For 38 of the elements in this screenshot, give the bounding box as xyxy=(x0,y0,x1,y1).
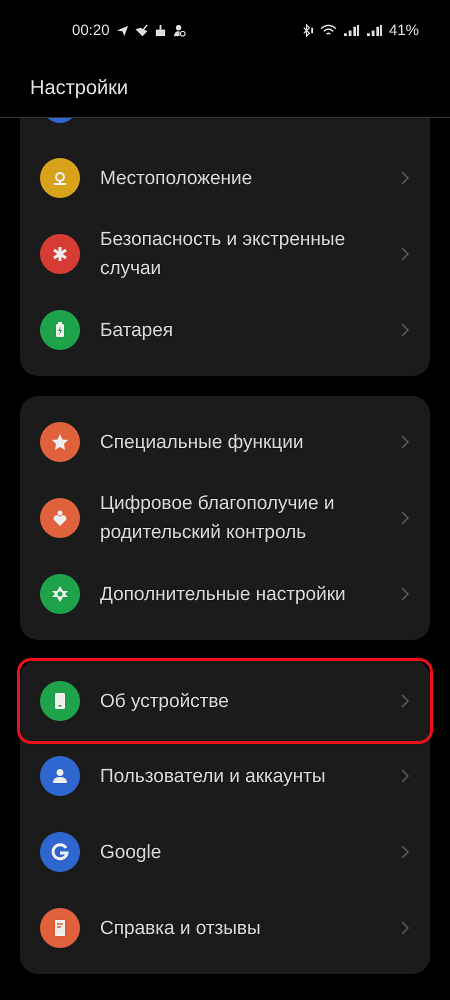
battery-percent: 41% xyxy=(388,22,419,38)
bluetooth-icon xyxy=(300,24,314,36)
chevron-icon xyxy=(400,246,410,262)
chevron-icon xyxy=(400,322,410,338)
chevron-icon xyxy=(400,768,410,784)
settings-item[interactable]: Google xyxy=(17,814,433,890)
settings-item[interactable]: Справка и отзывы xyxy=(17,890,433,966)
item-label: Специальные функции xyxy=(100,430,304,454)
item-label: Об устройстве xyxy=(100,690,230,714)
chevron-icon xyxy=(400,170,410,186)
settings-item[interactable]: Об устройстве xyxy=(17,658,433,744)
settings-item[interactable]: Безопасность и экстренные случаи xyxy=(17,216,433,292)
settings-item[interactable]: Батарея xyxy=(17,292,433,368)
signal-icon xyxy=(366,24,383,36)
settings-item[interactable]: Дополнительные настройки xyxy=(17,556,433,632)
settings-item[interactable]: Специальные функции xyxy=(17,404,433,480)
item-label: Google xyxy=(100,840,162,864)
settings-item[interactable]: Цифровое благополучие и родительский контроль xyxy=(17,480,433,556)
item-label: Пользователи и аккаунты xyxy=(100,764,326,788)
item-label: Справка и отзывы xyxy=(100,916,262,940)
item-label: Цифровое благополучие и родительский контроль xyxy=(100,492,336,545)
wifi-icon xyxy=(320,24,337,36)
chevron-icon xyxy=(400,920,410,936)
signal-icon xyxy=(342,24,360,36)
item-label: Дополнительные настройки xyxy=(100,582,347,606)
item-label: Батарея xyxy=(100,318,174,342)
settings-item[interactable]: Местоположение xyxy=(17,140,433,216)
chevron-icon xyxy=(400,844,410,860)
page-title: Настройки xyxy=(30,77,128,100)
clock-time: 00:20 xyxy=(72,22,110,38)
person-gear-icon xyxy=(172,24,186,36)
item-label: Безопасность и экстренные случаи xyxy=(100,228,346,281)
chevron-icon xyxy=(400,693,410,709)
chevron-icon xyxy=(400,510,410,526)
chevron-icon xyxy=(400,586,410,602)
chevron-icon xyxy=(400,434,410,450)
send-icon xyxy=(116,24,129,36)
item-label: Местоположение xyxy=(100,166,254,190)
